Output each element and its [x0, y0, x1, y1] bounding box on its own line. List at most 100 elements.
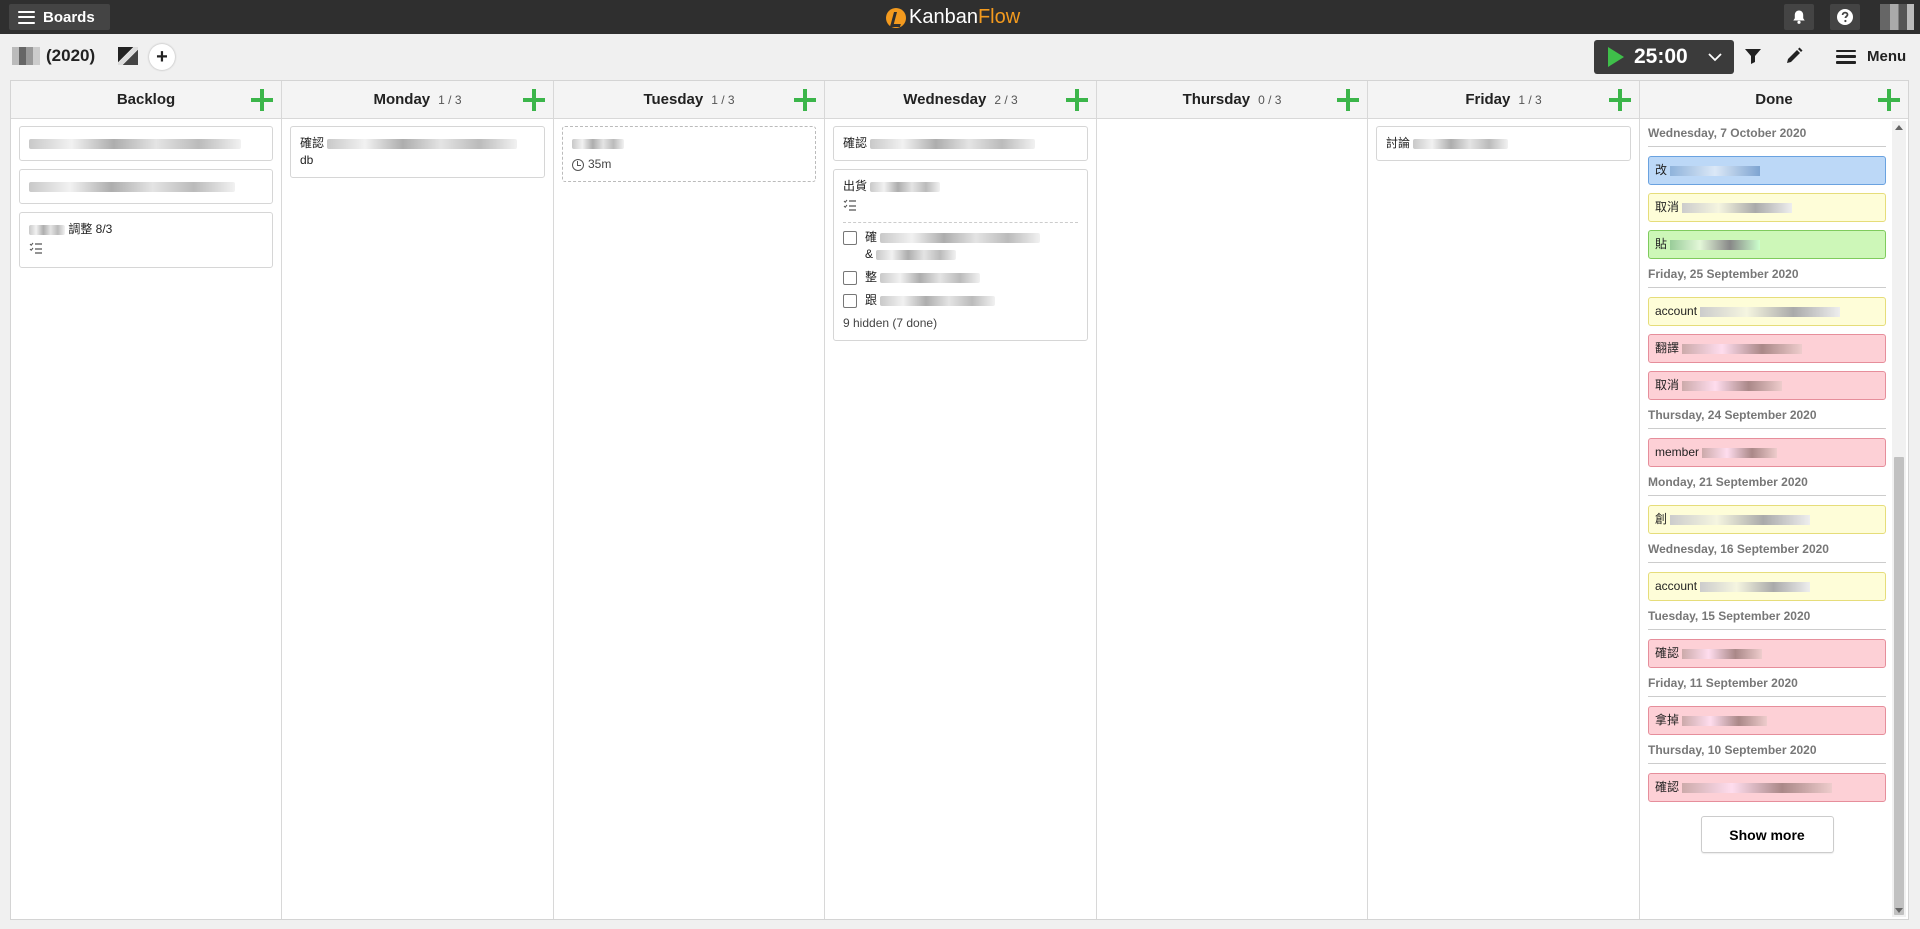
obscured-text — [880, 295, 996, 306]
task-text: 取消 — [1655, 378, 1680, 392]
task-text: 確認 — [300, 136, 325, 150]
task-text: 創 — [1655, 512, 1668, 526]
obscured-text — [1682, 715, 1768, 726]
add-task-plus-icon[interactable] — [251, 89, 273, 111]
task-text: 改 — [1655, 163, 1668, 177]
task-card[interactable]: 確認 db — [290, 126, 545, 178]
add-board-button[interactable]: + — [149, 44, 175, 70]
task-text: 討論 — [1386, 136, 1411, 150]
done-day-heading: Wednesday, 16 September 2020 — [1648, 542, 1886, 563]
obscured-text — [1670, 239, 1761, 250]
done-task-card[interactable]: 取消 — [1648, 371, 1886, 400]
done-task-card[interactable]: 取消 — [1648, 193, 1886, 222]
obscured-text — [1670, 514, 1811, 525]
column-monday: Monday 1 / 3 確認 db — [282, 81, 554, 919]
menu-label: Menu — [1867, 48, 1907, 65]
edit-pencil-icon[interactable] — [1784, 46, 1804, 66]
column-title: Done — [1755, 91, 1793, 108]
help-button[interactable] — [1830, 4, 1860, 30]
add-task-plus-icon[interactable] — [1337, 89, 1359, 111]
done-task-card[interactable]: member — [1648, 438, 1886, 467]
task-text: account — [1655, 579, 1698, 593]
task-card[interactable] — [19, 169, 273, 204]
done-task-card[interactable]: 拿掉 — [1648, 706, 1886, 735]
column-backlog: Backlog 調整 8/3 — [11, 81, 282, 919]
done-task-card[interactable]: account — [1648, 572, 1886, 601]
task-card[interactable]: 調整 8/3 — [19, 212, 273, 268]
column-body: 確認 出貨 確 & 整 跟 9 hidden (7 done) — [825, 119, 1096, 341]
wip-count: 0 / 3 — [1258, 92, 1282, 107]
user-avatar[interactable] — [1880, 4, 1914, 30]
task-card-active[interactable]: 35m — [562, 126, 816, 182]
done-list: Wednesday, 7 October 2020 改 取消 貼 Friday,… — [1640, 119, 1908, 919]
column-header: Friday 1 / 3 — [1368, 81, 1639, 119]
board-icon[interactable] — [118, 47, 138, 65]
menu-button[interactable]: Menu — [1836, 48, 1906, 65]
obscured-text — [880, 272, 981, 283]
boards-button[interactable]: Boards — [9, 4, 110, 30]
column-title: Friday — [1465, 91, 1511, 108]
column-title: Thursday — [1182, 91, 1251, 108]
scroll-down-arrow-icon[interactable] — [1895, 908, 1903, 913]
subtask-checkbox[interactable] — [843, 271, 857, 285]
obscured-text — [327, 138, 518, 149]
column-header: Tuesday 1 / 3 — [554, 81, 824, 119]
task-text: 拿掉 — [1655, 713, 1680, 727]
add-task-plus-icon[interactable] — [794, 89, 816, 111]
done-day-heading: Thursday, 24 September 2020 — [1648, 408, 1886, 429]
done-day-heading: Friday, 11 September 2020 — [1648, 676, 1886, 697]
logo-text-kanban: Kanban — [909, 6, 978, 28]
add-task-plus-icon[interactable] — [1609, 89, 1631, 111]
done-task-card[interactable]: 貼 — [1648, 230, 1886, 259]
done-scrollbar[interactable] — [1892, 121, 1906, 917]
scroll-thumb[interactable] — [1894, 457, 1904, 915]
done-day-heading: Monday, 21 September 2020 — [1648, 475, 1886, 496]
task-card[interactable] — [19, 126, 273, 161]
subtask-checkbox[interactable] — [843, 231, 857, 245]
done-task-card[interactable]: 確認 — [1648, 639, 1886, 668]
obscured-text — [572, 138, 624, 149]
task-card[interactable]: 討論 — [1376, 126, 1631, 161]
subtasks-icon — [843, 199, 856, 211]
done-task-card[interactable]: 創 — [1648, 505, 1886, 534]
task-text: 貼 — [1655, 237, 1668, 251]
hidden-subtasks-link[interactable]: 9 hidden (7 done) — [843, 315, 1078, 332]
board-title-pixelated — [12, 47, 40, 65]
obscured-text — [870, 181, 941, 192]
column-header: Done — [1640, 81, 1908, 119]
notifications-button[interactable] — [1784, 4, 1814, 30]
hamburger-icon — [1836, 49, 1856, 64]
column-wednesday: Wednesday 2 / 3 確認 出貨 確 & 整 跟 9 hidden (… — [825, 81, 1097, 919]
obscured-text — [1700, 306, 1841, 317]
done-task-card[interactable]: 翻譯 — [1648, 334, 1886, 363]
subtask-checkbox[interactable] — [843, 294, 857, 308]
column-friday: Friday 1 / 3 討論 — [1368, 81, 1640, 919]
column-done: Done Wednesday, 7 October 2020 改 取消 貼 Fr… — [1640, 81, 1908, 919]
add-task-plus-icon[interactable] — [1066, 89, 1088, 111]
wip-count: 1 / 3 — [711, 92, 735, 107]
timer-value: 25:00 — [1634, 45, 1688, 68]
subtask-text-line2: & — [865, 247, 874, 261]
add-task-plus-icon[interactable] — [523, 89, 545, 111]
time-estimate: 35m — [572, 156, 806, 173]
obscured-text — [870, 138, 1036, 149]
show-more-button[interactable]: Show more — [1700, 816, 1834, 853]
board-title[interactable]: (2020) — [12, 46, 95, 66]
pomodoro-timer-button[interactable]: 25:00 — [1594, 40, 1734, 74]
task-card[interactable]: 出貨 確 & 整 跟 9 hidden (7 done) — [833, 169, 1088, 341]
done-task-card[interactable]: account — [1648, 297, 1886, 326]
obscured-text — [1700, 581, 1811, 592]
subtask-item: 跟 — [843, 292, 1078, 309]
task-text: member — [1655, 445, 1700, 459]
task-card[interactable]: 確認 — [833, 126, 1088, 161]
scroll-up-arrow-icon[interactable] — [1895, 125, 1903, 130]
subtask-list: 確 & 整 跟 9 hidden (7 done) — [843, 222, 1078, 332]
task-text: 確認 — [843, 136, 868, 150]
filter-icon[interactable] — [1744, 47, 1762, 65]
subtask-text: 整 — [865, 270, 878, 284]
add-task-plus-icon[interactable] — [1878, 89, 1900, 111]
done-task-card[interactable]: 改 — [1648, 156, 1886, 185]
done-task-card[interactable]: 確認 — [1648, 773, 1886, 802]
column-body: 35m — [554, 119, 824, 182]
task-text: 取消 — [1655, 200, 1680, 214]
